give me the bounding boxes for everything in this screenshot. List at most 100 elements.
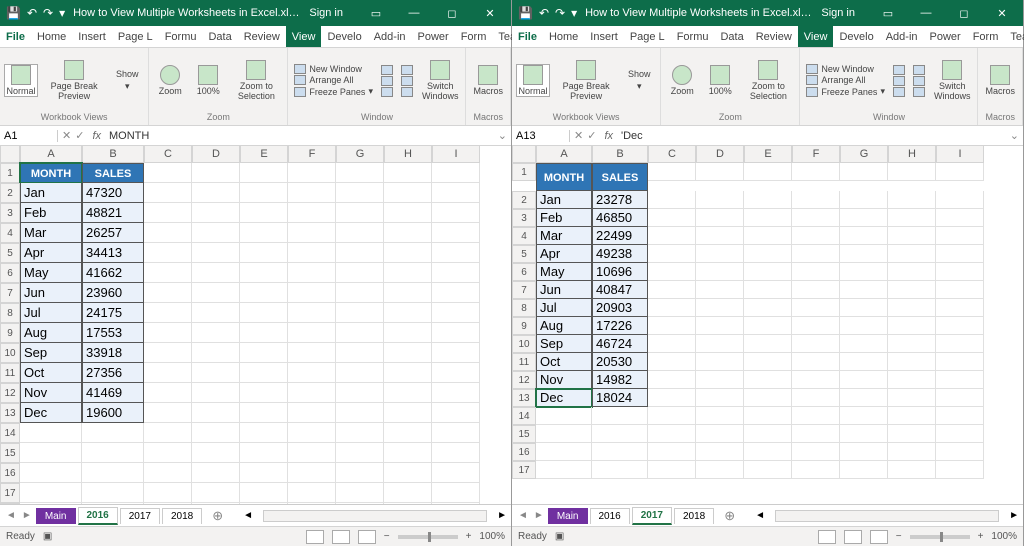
cell[interactable] [792,209,840,227]
cell[interactable] [384,503,432,504]
view-pagebreak-icon[interactable] [358,530,376,544]
cell[interactable]: Dec [20,403,82,423]
cell[interactable] [240,383,288,403]
cell[interactable] [432,403,480,423]
cell[interactable] [336,383,384,403]
row-header[interactable]: 10 [512,335,536,353]
cell[interactable] [840,245,888,263]
cell[interactable] [648,353,696,371]
tab-team[interactable]: Team [1004,26,1024,47]
switch-windows-button[interactable]: Switch Windows [419,60,462,102]
cell[interactable] [840,227,888,245]
cell[interactable] [144,343,192,363]
hscroll-left-icon[interactable]: ◄ [243,510,253,521]
cell[interactable]: SALES [592,163,648,191]
reset-icon[interactable] [911,76,927,86]
cell[interactable]: Aug [536,317,592,335]
cell[interactable] [144,443,192,463]
cell[interactable] [936,353,984,371]
cell[interactable] [792,245,840,263]
cell[interactable] [936,281,984,299]
cell[interactable] [936,227,984,245]
cell[interactable] [744,317,792,335]
cell[interactable] [288,443,336,463]
tab-review[interactable]: Review [238,26,286,47]
cell[interactable] [240,363,288,383]
cell[interactable]: 10696 [592,263,648,281]
sync-icon[interactable] [911,65,927,75]
cell[interactable] [384,243,432,263]
cell[interactable] [648,407,696,425]
macro-record-icon[interactable]: ▣ [43,531,52,542]
row-header[interactable]: 2 [0,183,20,203]
cell[interactable] [432,303,480,323]
tab-data[interactable]: Data [202,26,237,47]
cell[interactable] [384,223,432,243]
freeze-panes-button[interactable]: Freeze Panes ▾ [804,86,887,97]
formula-expand-icon[interactable]: ⌄ [494,129,511,142]
cell[interactable] [144,263,192,283]
cell[interactable] [432,243,480,263]
tab-power[interactable]: Power [412,26,455,47]
cell[interactable] [384,443,432,463]
cell[interactable] [192,163,240,183]
cell[interactable]: Oct [20,363,82,383]
tab-form[interactable]: Form [455,26,493,47]
col-header[interactable]: G [840,146,888,163]
cell[interactable] [744,443,792,461]
cell[interactable] [288,303,336,323]
view-normal-icon[interactable] [306,530,324,544]
col-header[interactable]: D [192,146,240,163]
cell[interactable] [288,203,336,223]
cell[interactable] [888,281,936,299]
cell[interactable] [888,389,936,407]
cell[interactable] [840,163,888,181]
cell[interactable] [336,223,384,243]
cell[interactable]: SALES [82,163,144,183]
cell[interactable] [648,191,696,209]
cell[interactable] [336,463,384,483]
cell[interactable] [432,363,480,383]
cell[interactable] [792,353,840,371]
cell[interactable] [144,383,192,403]
cell[interactable] [432,223,480,243]
cell[interactable] [744,407,792,425]
cell[interactable] [792,335,840,353]
cell[interactable]: 47320 [82,183,144,203]
cell[interactable] [840,299,888,317]
cell[interactable] [384,483,432,503]
cell[interactable] [82,483,144,503]
ribbon-options-icon[interactable]: ▭ [361,7,391,20]
cell[interactable]: Jan [20,183,82,203]
cell[interactable] [240,403,288,423]
cell[interactable] [384,183,432,203]
cell[interactable] [888,263,936,281]
cell[interactable]: Sep [536,335,592,353]
enter-formula-icon[interactable]: ✓ [587,129,596,142]
sheet-tab-2016[interactable]: 2016 [590,508,630,524]
close-icon[interactable]: ✕ [475,7,505,20]
cell[interactable]: 33918 [82,343,144,363]
zoom100-button[interactable]: 100% [703,65,737,97]
name-box[interactable]: A1 [0,130,58,142]
col-header[interactable]: E [240,146,288,163]
cell[interactable] [592,443,648,461]
cell[interactable] [144,223,192,243]
cell[interactable] [144,503,192,504]
cell[interactable] [696,163,744,181]
cell[interactable] [384,463,432,483]
cell[interactable] [936,317,984,335]
cell[interactable] [336,163,384,183]
cell[interactable] [792,163,840,181]
cell[interactable] [432,503,480,504]
row-header[interactable]: 8 [0,303,20,323]
tab-formulas[interactable]: Formu [671,26,715,47]
row-header[interactable]: 4 [512,227,536,245]
cell[interactable]: 20530 [592,353,648,371]
cell[interactable] [792,191,840,209]
cell[interactable] [240,183,288,203]
show-button[interactable]: Show▾ [622,70,656,92]
row-header[interactable]: 3 [0,203,20,223]
cell[interactable] [288,483,336,503]
row-header[interactable]: 15 [0,443,20,463]
